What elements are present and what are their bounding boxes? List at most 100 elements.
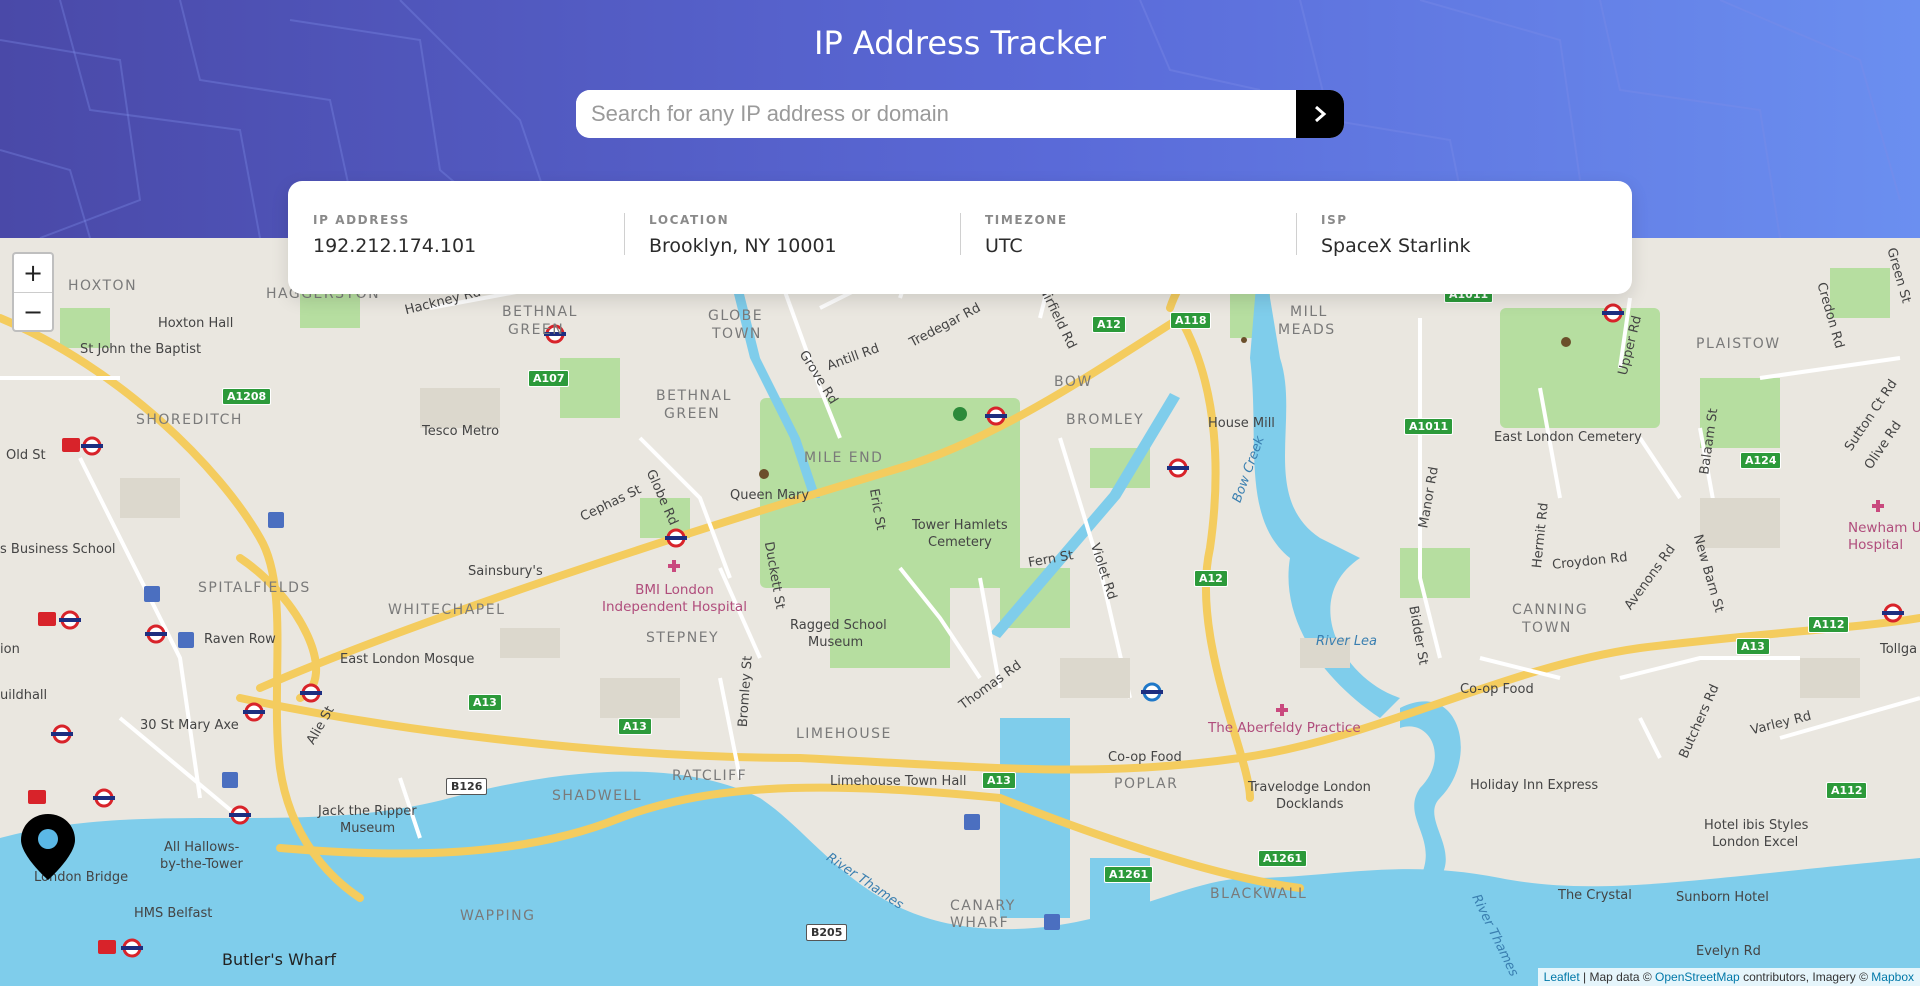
- place-label: Old St: [6, 448, 46, 463]
- place-label: House Mill: [1208, 416, 1275, 431]
- place-label: Raven Row: [204, 632, 276, 647]
- place-label: Hotel ibis Styles: [1704, 818, 1809, 833]
- timezone-label: TIMEZONE: [985, 213, 1068, 227]
- ip-address-section: IP ADDRESS 192.212.174.101: [288, 213, 624, 294]
- zoom-control: + −: [12, 252, 54, 332]
- place-label: Travelodge London: [1248, 780, 1371, 795]
- place-label: Docklands: [1276, 797, 1344, 812]
- map-attribution: Leaflet | Map data © OpenStreetMap contr…: [1537, 968, 1920, 986]
- place-label: Sunborn Hotel: [1676, 890, 1769, 905]
- place-label: East London Cemetery: [1494, 430, 1642, 445]
- district-label: BETHNAL: [656, 388, 732, 404]
- district-label: BETHNAL: [502, 304, 578, 320]
- road-badge: A12: [1092, 316, 1126, 333]
- zoom-in-button[interactable]: +: [14, 254, 52, 292]
- road-badge: A112: [1826, 782, 1868, 799]
- place-label: Tower Hamlets: [912, 518, 1008, 533]
- location-section: LOCATION Brooklyn, NY 10001: [624, 213, 960, 294]
- hospital-label: BMI London Independent Hospital: [602, 582, 747, 615]
- isp-label: ISP: [1321, 213, 1348, 227]
- district-label: SHADWELL: [552, 788, 643, 804]
- district-label: BOW: [1054, 374, 1093, 390]
- zoom-out-button[interactable]: −: [14, 292, 52, 330]
- parks: [60, 268, 1890, 668]
- district-label: SPITALFIELDS: [198, 580, 311, 596]
- road-badge: A1261: [1104, 866, 1154, 883]
- road-badge: A13: [618, 718, 652, 735]
- road-badge: A1011: [1404, 418, 1454, 435]
- place-label: London Excel: [1712, 835, 1799, 850]
- place-label: by-the-Tower: [160, 857, 243, 872]
- place-label: Tesco Metro: [422, 424, 500, 439]
- hospital-label: Newham UnivHospital: [1848, 520, 1920, 553]
- location-value: Brooklyn, NY 10001: [649, 235, 837, 257]
- place-label: HMS Belfast: [134, 906, 213, 921]
- district-label: BLACKWALL: [1210, 886, 1308, 902]
- chevron-right-icon: [1315, 105, 1327, 123]
- mapbox-link[interactable]: Mapbox: [1871, 970, 1914, 984]
- road-badge: A12: [1194, 570, 1228, 587]
- search-input[interactable]: [576, 90, 1296, 138]
- attribution-text: | Map data ©: [1579, 970, 1656, 984]
- place-label: The Crystal: [1558, 888, 1632, 903]
- timezone-section: TIMEZONE UTC: [960, 213, 1296, 294]
- road-badge: B205: [806, 924, 848, 941]
- district-label: CANARY: [950, 898, 1016, 914]
- place-label: Co-op Food: [1460, 682, 1534, 697]
- place-label: Hoxton Hall: [158, 316, 234, 331]
- place-label: Queen Mary: [730, 488, 810, 503]
- leaflet-link[interactable]: Leaflet: [1544, 970, 1580, 984]
- road-badge: A13: [1736, 638, 1770, 655]
- district-label: MILE END: [804, 450, 884, 466]
- road-badge: B126: [446, 778, 488, 795]
- place-label: 30 St Mary Axe: [140, 718, 239, 733]
- district-label: RATCLIFF: [672, 768, 748, 784]
- road-badge: A118: [1170, 312, 1212, 329]
- district-label: WHARF: [950, 915, 1010, 931]
- place-label: Butler's Wharf: [222, 950, 337, 969]
- attribution-text: contributors, Imagery ©: [1739, 970, 1872, 984]
- district-label: TOWN: [712, 326, 762, 342]
- place-label: Holiday Inn Express: [1470, 778, 1599, 793]
- road-badge: A107: [528, 370, 570, 387]
- road-badge: A13: [982, 772, 1016, 789]
- ip-address-value: 192.212.174.101: [313, 235, 477, 257]
- location-label: LOCATION: [649, 213, 730, 227]
- place-label: Ragged School: [790, 618, 887, 633]
- place-label: Jack the Ripper: [318, 804, 417, 819]
- place-label: uildhall: [0, 688, 48, 703]
- place-label: Evelyn Rd: [1696, 944, 1761, 959]
- location-marker-icon[interactable]: [19, 812, 77, 882]
- place-label: Co-op Food: [1108, 750, 1182, 765]
- place-label: Tollga: [1880, 642, 1918, 657]
- isp-section: ISP SpaceX Starlink: [1296, 213, 1632, 294]
- district-label: TOWN: [1522, 620, 1572, 636]
- place-label: Museum: [808, 635, 864, 650]
- district-label: GREEN: [508, 322, 565, 338]
- place-label: All Hallows-: [164, 840, 240, 855]
- search-submit-button[interactable]: [1296, 90, 1344, 138]
- district-label: GREEN: [664, 406, 721, 422]
- road-badge: A124: [1740, 452, 1782, 469]
- district-label: BROMLEY: [1066, 412, 1145, 428]
- place-label: East London Mosque: [340, 652, 475, 667]
- place-label: Cemetery: [928, 535, 992, 550]
- place-label: Sainsbury's: [468, 564, 543, 579]
- map-view[interactable]: HOXTON HAGGERSTON BETHNAL GREEN GLOBE TO…: [0, 238, 1920, 986]
- road-badge: A112: [1808, 616, 1850, 633]
- district-label: GLOBE: [708, 308, 764, 324]
- page-title: IP Address Tracker: [814, 24, 1106, 62]
- place-label: Limehouse Town Hall: [830, 774, 967, 789]
- place-label: St John the Baptist: [80, 342, 202, 357]
- isp-value: SpaceX Starlink: [1321, 235, 1471, 257]
- osm-link[interactable]: OpenStreetMap: [1655, 970, 1740, 984]
- district-label: PLAISTOW: [1696, 336, 1781, 352]
- district-label: HOXTON: [68, 278, 138, 294]
- district-label: WAPPING: [460, 908, 536, 924]
- road-badge: A1208: [222, 388, 272, 405]
- district-label: WHITECHAPEL: [388, 602, 506, 618]
- water-label: River Lea: [1316, 634, 1378, 649]
- district-label: CANNING: [1512, 602, 1589, 618]
- search-bar: [576, 90, 1344, 138]
- ip-address-label: IP ADDRESS: [313, 213, 410, 227]
